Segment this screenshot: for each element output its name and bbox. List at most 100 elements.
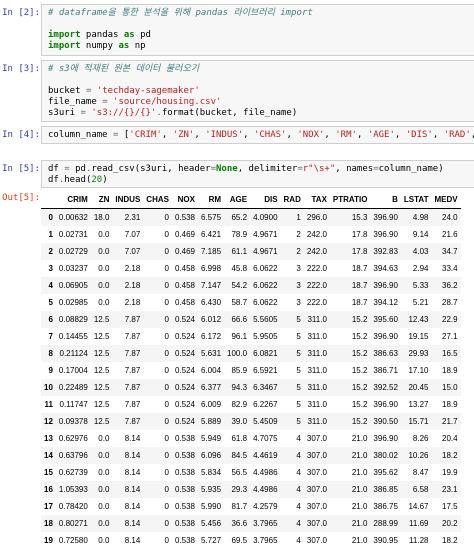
code-token: # s3에 적재된 원본 데이터 불러오기 bbox=[48, 64, 199, 74]
table-cell: 0.538 bbox=[172, 430, 198, 447]
table-cell: 13.27 bbox=[401, 396, 432, 413]
table-cell: 54.2 bbox=[224, 277, 250, 294]
code-line: df = pd.read_csv(s3uri, header=None, del… bbox=[48, 164, 468, 175]
table-cell: 21.6 bbox=[431, 226, 460, 243]
table-cell: 12.43 bbox=[401, 311, 432, 328]
dataframe-body: 00.0063218.02.3100.5386.57565.24.0900129… bbox=[41, 209, 461, 549]
code-token: np bbox=[129, 41, 145, 51]
table-cell: 394.12 bbox=[370, 294, 400, 311]
table-cell: 15.3 bbox=[330, 209, 371, 227]
table-cell: 307.0 bbox=[304, 430, 330, 447]
table-cell: 4.4986 bbox=[250, 464, 280, 481]
table-cell: 3 bbox=[281, 277, 304, 294]
row-index: 13 bbox=[41, 430, 56, 447]
table-row: 00.0063218.02.3100.5386.57565.24.0900129… bbox=[41, 209, 461, 227]
table-cell: 18.2 bbox=[431, 447, 460, 464]
table-cell: 4 bbox=[281, 464, 304, 481]
table-cell: 7.87 bbox=[112, 413, 143, 430]
table-cell: 5.33 bbox=[401, 277, 432, 294]
table-cell: 21.0 bbox=[330, 464, 371, 481]
code-line: # dataframe을 통한 분석을 위해 pandas 라이브러리 impo… bbox=[48, 8, 468, 19]
table-cell: 390.50 bbox=[370, 413, 400, 430]
table-cell: 395.62 bbox=[370, 464, 400, 481]
table-cell: 1.05393 bbox=[56, 481, 91, 498]
table-cell: 4.98 bbox=[401, 209, 432, 227]
table-cell: 0.458 bbox=[172, 277, 198, 294]
table-cell: 307.0 bbox=[304, 447, 330, 464]
table-cell: 82.9 bbox=[224, 396, 250, 413]
column-header: AGE bbox=[224, 191, 250, 209]
table-cell: 45.8 bbox=[224, 260, 250, 277]
table-cell: 5 bbox=[281, 345, 304, 362]
code-token: 'NOX' bbox=[297, 130, 324, 140]
code-token: 'ZN' bbox=[173, 130, 195, 140]
code-token: format(bucket, file_name) bbox=[162, 108, 297, 118]
code-token: r"\s+" bbox=[303, 164, 336, 174]
table-cell: 5 bbox=[281, 396, 304, 413]
column-header: B bbox=[370, 191, 400, 209]
code-token: 'DIS' bbox=[406, 130, 433, 140]
table-cell: 18.7 bbox=[330, 260, 371, 277]
table-cell: 21.0 bbox=[330, 532, 371, 549]
table-cell: 307.0 bbox=[304, 481, 330, 498]
code-token: 'CRIM' bbox=[129, 130, 162, 140]
code-editor[interactable]: # dataframe을 통한 분석을 위해 pandas 라이브러리 impo… bbox=[41, 4, 474, 56]
table-cell: 2 bbox=[281, 243, 304, 260]
code-editor[interactable]: df = pd.read_csv(s3uri, header=None, del… bbox=[41, 160, 474, 188]
table-cell: 0 bbox=[143, 362, 172, 379]
table-row: 70.1445512.57.8700.5246.17296.15.9505531… bbox=[41, 328, 461, 345]
code-token: as bbox=[118, 41, 129, 51]
table-cell: 21.0 bbox=[330, 515, 371, 532]
table-cell: 5.834 bbox=[198, 464, 224, 481]
table-cell: 6.58 bbox=[401, 481, 432, 498]
table-cell: 396.90 bbox=[370, 226, 400, 243]
table-cell: 0.0 bbox=[91, 260, 113, 277]
table-cell: 18.0 bbox=[91, 209, 113, 227]
table-cell: 36.6 bbox=[224, 515, 250, 532]
table-cell: 21.0 bbox=[330, 430, 371, 447]
table-cell: 61.8 bbox=[224, 430, 250, 447]
table-cell: 3.7965 bbox=[250, 532, 280, 549]
table-cell: 29.3 bbox=[224, 481, 250, 498]
table-cell: 4 bbox=[281, 430, 304, 447]
table-cell: 6.421 bbox=[198, 226, 224, 243]
code-token: , bbox=[357, 130, 368, 140]
table-cell: 2.31 bbox=[112, 209, 143, 227]
table-cell: 0.469 bbox=[172, 226, 198, 243]
code-editor[interactable]: # s3에 적재된 원본 데이터 불러오기bucket = 'techday-s… bbox=[41, 60, 474, 122]
table-cell: 58.7 bbox=[224, 294, 250, 311]
table-cell: 0 bbox=[143, 345, 172, 362]
table-cell: 4.03 bbox=[401, 243, 432, 260]
code-editor[interactable]: column_name = ['CRIM', 'ZN', 'INDUS', 'C… bbox=[41, 126, 474, 144]
code-token: pandas bbox=[81, 30, 124, 40]
table-cell: 100.0 bbox=[224, 345, 250, 362]
table-cell: 6.5921 bbox=[250, 362, 280, 379]
table-cell: 242.0 bbox=[304, 243, 330, 260]
table-row: 80.2112412.57.8700.5245.631100.06.082153… bbox=[41, 345, 461, 362]
table-cell: 4 bbox=[281, 447, 304, 464]
code-line: column_name = ['CRIM', 'ZN', 'INDUS', 'C… bbox=[48, 130, 468, 141]
table-cell: 20.2 bbox=[431, 515, 460, 532]
table-cell: 4 bbox=[281, 532, 304, 549]
table-cell: 15.2 bbox=[330, 328, 371, 345]
table-cell: 18.7 bbox=[330, 294, 371, 311]
table-cell: 0.524 bbox=[172, 362, 198, 379]
table-cell: 5 bbox=[281, 379, 304, 396]
table-cell: 0.0 bbox=[91, 294, 113, 311]
code-token: ) bbox=[102, 175, 107, 185]
table-cell: 6.0622 bbox=[250, 260, 280, 277]
code-token: 'source/housing.csv' bbox=[113, 97, 221, 107]
table-cell: 2.18 bbox=[112, 260, 143, 277]
row-index: 7 bbox=[41, 328, 56, 345]
table-cell: 2.94 bbox=[401, 260, 432, 277]
table-cell: 6.2267 bbox=[250, 396, 280, 413]
table-row: 130.629760.08.1400.5385.94961.84.7075430… bbox=[41, 430, 461, 447]
table-cell: 78.9 bbox=[224, 226, 250, 243]
table-cell: 18.9 bbox=[431, 396, 460, 413]
table-cell: 0.458 bbox=[172, 260, 198, 277]
code-token: [ bbox=[118, 130, 129, 140]
code-line: s3uri = 's3://{}/{}'.format(bucket, file… bbox=[48, 108, 468, 119]
table-cell: 4 bbox=[281, 481, 304, 498]
code-token: None bbox=[216, 164, 238, 174]
table-cell: 61.1 bbox=[224, 243, 250, 260]
